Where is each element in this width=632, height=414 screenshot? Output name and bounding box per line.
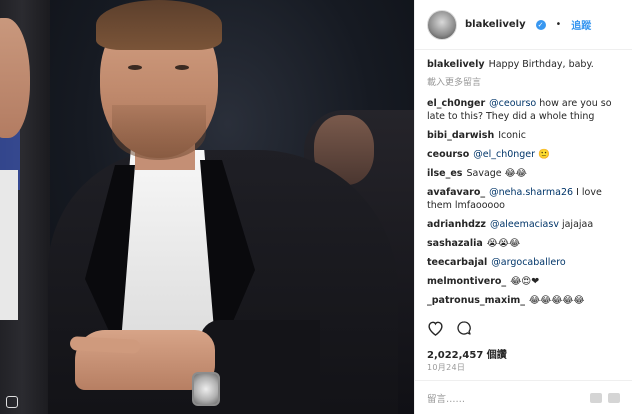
comment-text: jajajaa [561,219,594,230]
caption-username[interactable]: blakelively [427,59,485,70]
instagram-glyph-icon [6,396,18,408]
comment-text: 😂😂😂😂😂 [529,295,585,306]
photo-watch [192,372,220,406]
post-photo[interactable] [0,0,414,414]
photo-bg-shirt-left [0,170,18,320]
photo-beard [112,105,206,160]
more-options-icon[interactable] [608,392,620,403]
photo-eye-left [128,65,142,70]
post-side-panel: blakelively ✓ • 追蹤 blakelively Happy Birt… [414,0,632,414]
scroll-toggle-icon[interactable] [590,392,602,403]
author-username[interactable]: blakelively [465,19,526,30]
comment-row: ceourso @el_ch0nger 🙂 [427,148,622,161]
comment-username[interactable]: adrianhdzz [427,219,486,230]
caption-text: Happy Birthday, baby. [488,59,594,70]
comment-text: Savage 😂😂 [466,168,527,179]
comment-username[interactable]: bibi_darwish [427,130,494,141]
separator-dot: • [555,19,562,30]
add-comment-input[interactable]: 留言…… [427,391,465,405]
post-header: blakelively ✓ • 追蹤 [415,0,632,50]
comment-row: adrianhdzz @aleemaciasv jajajaa [427,218,622,231]
comment-username[interactable]: ceourso [427,149,469,160]
comment-username[interactable]: melmontivero_ [427,276,506,287]
verified-badge-icon: ✓ [535,19,546,30]
likes-label: 個讚 [486,350,507,361]
photo-hair [96,0,222,50]
author-avatar[interactable] [427,9,457,40]
comment-text: 😭😭😂 [486,238,521,249]
instagram-post-view: blakelively ✓ • 追蹤 blakelively Happy Birt… [0,0,632,414]
comment-row: teecarbajal @argocaballero [427,256,622,269]
likes-number: 2,022,457 [427,350,484,361]
photo-eye-right [175,65,189,70]
add-comment-bar[interactable]: 留言…… [415,380,632,414]
comment-username[interactable]: sashazalia [427,238,483,249]
comment-username[interactable]: teecarbajal [427,257,487,268]
comment-text: 😂😍❤ [510,276,540,287]
comment-row: melmontivero_ 😂😍❤ [427,275,622,288]
load-more-comments[interactable]: 載入更多留言 [427,75,622,88]
comment-bubble-icon[interactable] [456,320,472,336]
comment-row: _patronus_maxim_ 😂😂😂😂😂 [427,294,622,307]
comment-username[interactable]: el_ch0nger [427,98,485,109]
comment-username[interactable]: _patronus_maxim_ [427,295,525,306]
comment-mention[interactable]: @ceourso [489,98,536,109]
comment-mention[interactable]: @aleemaciasv [490,219,559,230]
comment-mention[interactable]: @el_ch0nger [473,149,535,160]
comment-mention[interactable]: @argocaballero [491,257,565,268]
post-caption: blakelively Happy Birthday, baby. [427,58,622,72]
comment-text: 🙂 [538,149,550,160]
comment-username[interactable]: ilse_es [427,168,462,179]
heart-outline-icon[interactable] [427,320,444,336]
comment-row: el_ch0nger @ceourso how are you so late t… [427,97,622,123]
comment-row: ilse_es Savage 😂😂 [427,167,622,180]
comment-bar-controls [590,392,620,403]
follow-button[interactable]: 追蹤 [571,17,591,32]
comment-container: el_ch0nger @ceourso how are you so late t… [427,97,622,310]
comment-row: sashazalia 😭😭😂 [427,237,622,250]
comment-row: bibi_darwish Iconic [427,129,622,142]
comment-row: avafavaro_ @neha.sharma26 I love them lmf… [427,186,622,212]
comments-list[interactable]: blakelively Happy Birthday, baby. 載入更多留言 … [427,58,622,310]
comment-username[interactable]: avafavaro_ [427,187,485,198]
likes-count[interactable]: 2,022,457 個讚 [427,346,507,361]
comment-text: Iconic [498,130,526,141]
post-actions [427,320,620,336]
post-date: 10月24日 [427,363,466,372]
comment-mention[interactable]: @neha.sharma26 [489,187,573,198]
